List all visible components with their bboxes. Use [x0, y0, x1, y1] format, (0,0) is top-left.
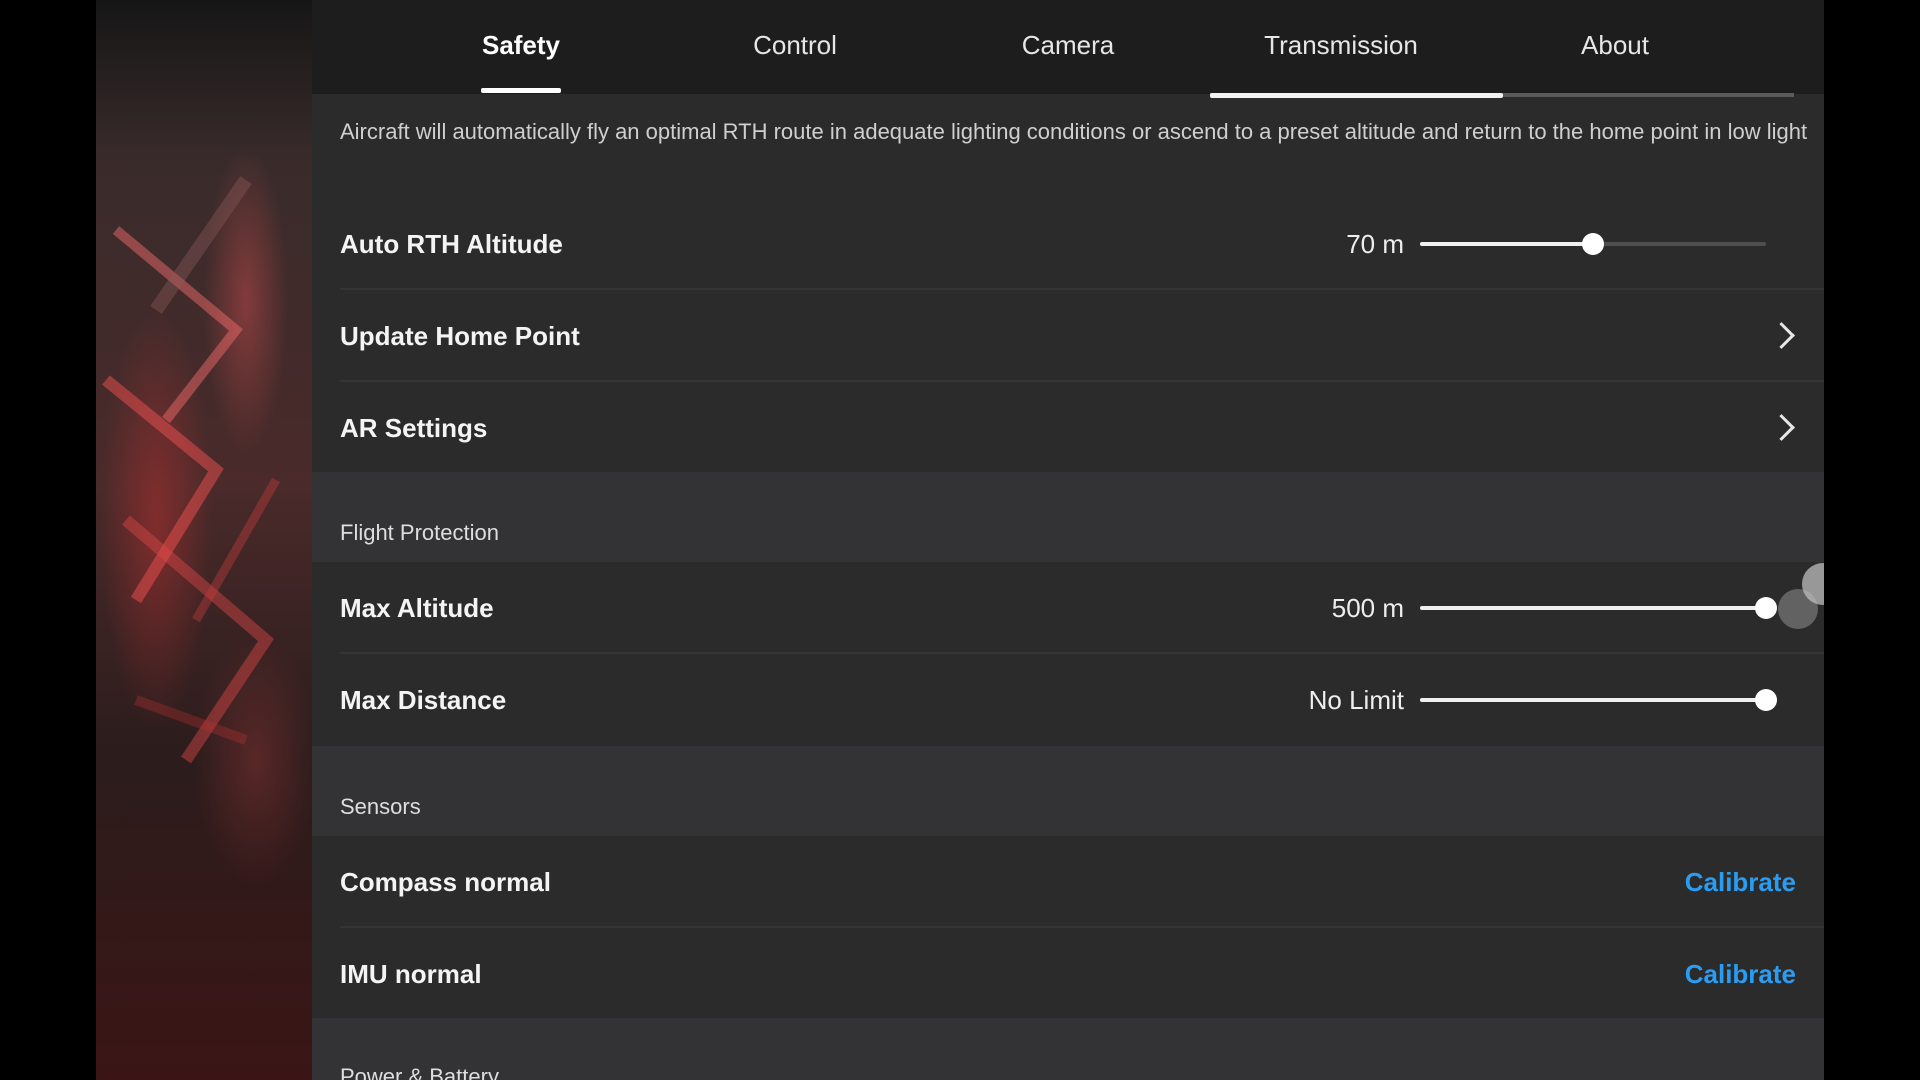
tab-camera[interactable]: Camera	[1022, 30, 1114, 70]
flight-protection-title: Flight Protection	[340, 520, 499, 545]
settings-panel: Safety Control Camera Transmission About…	[312, 0, 1844, 1080]
max-altitude-value: 500 m	[1331, 593, 1404, 623]
auto-rth-altitude-row: Auto RTH Altitude 70 m	[312, 198, 1824, 290]
update-home-point-label: Update Home Point	[340, 321, 580, 351]
slider-knob[interactable]	[1582, 233, 1604, 255]
camera-preview[interactable]	[96, 0, 312, 1080]
tab-about[interactable]: About	[1581, 30, 1649, 70]
tab-bar: Safety Control Camera Transmission About	[312, 0, 1824, 94]
slider-knob[interactable]	[1755, 689, 1777, 711]
max-altitude-slider[interactable]	[1420, 597, 1777, 619]
max-distance-row: Max Distance No Limit	[312, 654, 1824, 746]
slider-fill	[1420, 606, 1766, 610]
compass-row: Compass normal Calibrate	[312, 836, 1824, 928]
update-home-point-row[interactable]: Update Home Point	[312, 290, 1824, 382]
power-battery-section: Power & Battery	[312, 1018, 1824, 1080]
tab-safety[interactable]: Safety	[482, 30, 560, 70]
right-edge	[1824, 0, 1920, 1080]
ar-settings-row[interactable]: AR Settings	[312, 382, 1824, 472]
slider-knob[interactable]	[1755, 597, 1777, 619]
chevron-right-icon	[1768, 322, 1795, 349]
app-screen: Safety Control Camera Transmission About…	[0, 0, 1920, 1080]
active-tab-indicator	[481, 88, 561, 93]
auto-rth-altitude-value: 70 m	[1346, 229, 1404, 259]
tab-scroll-thumb[interactable]	[1210, 93, 1503, 98]
compass-calibrate-button[interactable]: Calibrate	[1685, 867, 1796, 898]
sensors-section: Sensors	[312, 746, 1824, 836]
imu-calibrate-button[interactable]: Calibrate	[1685, 959, 1796, 990]
slider-fill	[1420, 242, 1593, 246]
auto-rth-altitude-slider[interactable]	[1420, 233, 1766, 255]
max-distance-value: No Limit	[1308, 685, 1404, 715]
tab-transmission[interactable]: Transmission	[1264, 30, 1418, 70]
max-altitude-row: Max Altitude 500 m	[312, 562, 1824, 654]
preview-foliage	[102, 176, 280, 764]
compass-status-label: Compass normal	[340, 867, 551, 897]
imu-row: IMU normal Calibrate	[312, 928, 1824, 1018]
flight-protection-section: Flight Protection	[312, 472, 1824, 562]
rth-description: Aircraft will automatically fly an optim…	[340, 119, 1808, 144]
sensors-title: Sensors	[340, 794, 421, 819]
ar-settings-label: AR Settings	[340, 413, 488, 443]
slider-fill	[1420, 698, 1766, 702]
auto-rth-altitude-label: Auto RTH Altitude	[340, 229, 563, 259]
max-distance-label: Max Distance	[340, 685, 507, 715]
tab-control[interactable]: Control	[753, 30, 837, 70]
imu-status-label: IMU normal	[340, 959, 482, 989]
chevron-right-icon	[1768, 414, 1795, 441]
power-battery-title: Power & Battery	[340, 1064, 499, 1080]
max-altitude-label: Max Altitude	[340, 593, 494, 623]
max-distance-slider[interactable]	[1420, 689, 1777, 711]
